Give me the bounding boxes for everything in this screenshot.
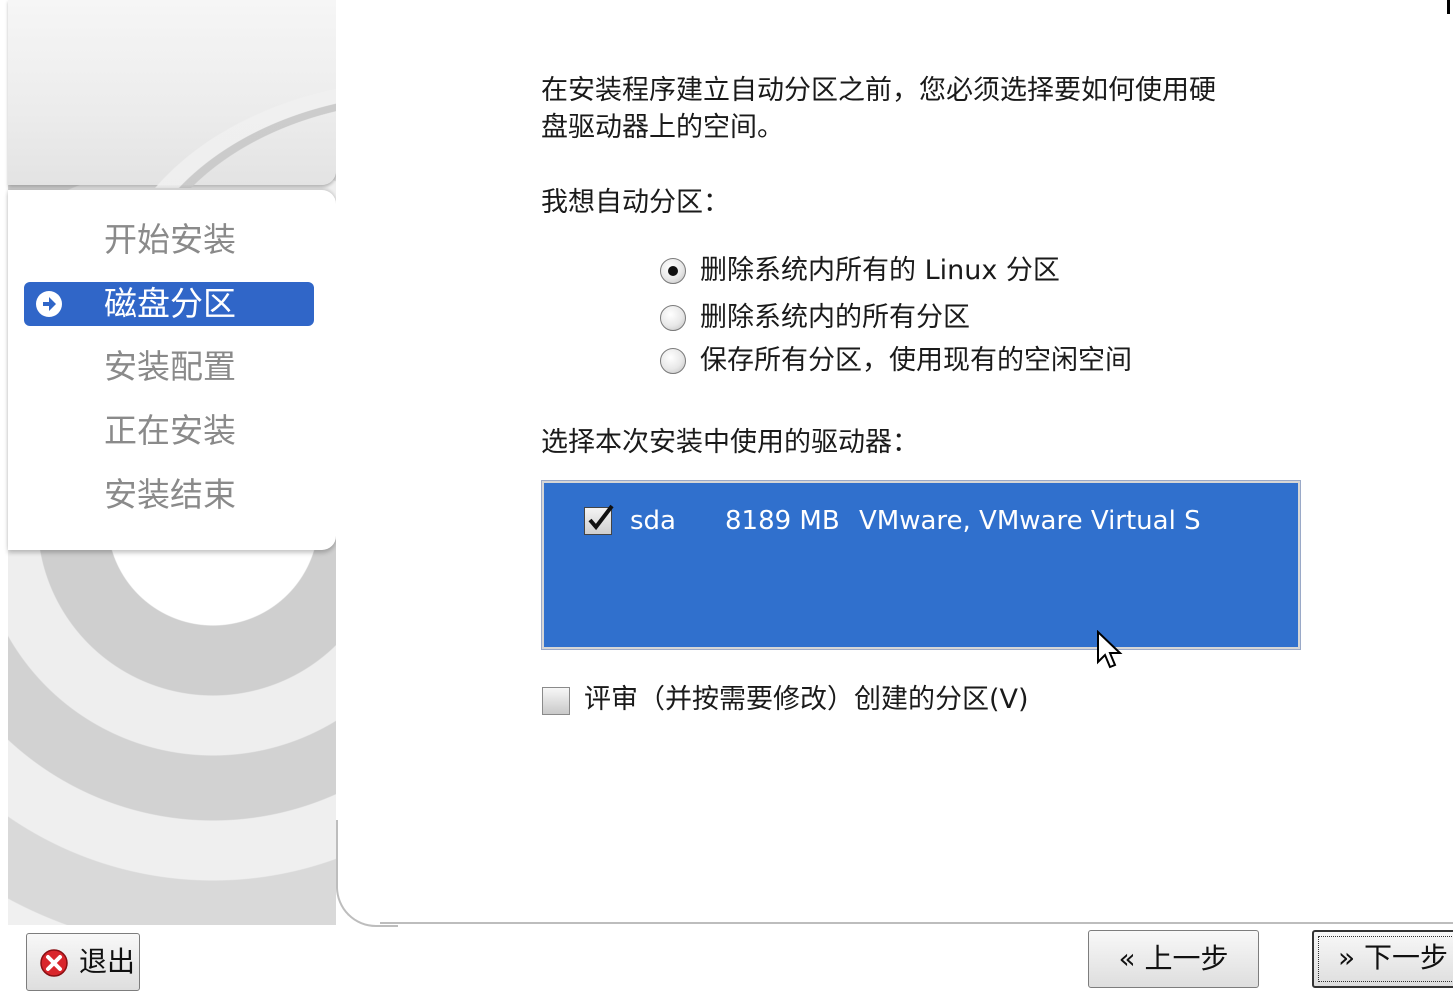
next-label: » 下一步: [1338, 941, 1449, 974]
intro-line-1: 在安装程序建立自动分区之前，您必须选择要如何使用硬: [541, 75, 1216, 106]
drive-heading: 选择本次安装中使用的驱动器：: [541, 427, 919, 458]
drive-list[interactable]: sda 8189 MB VMware, VMware Virtual S: [541, 480, 1301, 650]
exit-button[interactable]: 退出: [26, 933, 140, 991]
step-label: 安装结束: [104, 475, 236, 514]
step-label: 正在安装: [104, 411, 236, 450]
partition-heading: 我想自动分区：: [541, 187, 730, 218]
step-label: 安装配置: [104, 347, 236, 386]
step-install-finish: 安装结束: [24, 473, 314, 517]
corner-mark: [1447, 0, 1450, 14]
drive-model: VMware, VMware Virtual S: [859, 506, 1201, 536]
review-checkbox[interactable]: [542, 687, 570, 715]
radio-button[interactable]: [660, 305, 686, 331]
radio-button[interactable]: [660, 258, 686, 284]
step-start-install: 开始安装: [24, 218, 314, 262]
drive-name: sda: [630, 506, 676, 536]
drive-checkbox[interactable]: [584, 504, 614, 535]
radio-label: 删除系统内所有的 Linux 分区: [700, 255, 1060, 286]
sidebar-swoosh-decoration: [8, 8, 338, 188]
drive-size: 8189 MB: [725, 506, 840, 536]
content-border-curve: [336, 820, 398, 927]
step-disk-partition: 磁盘分区: [24, 282, 314, 326]
radio-label: 保存所有分区，使用现有的空闲空间: [700, 345, 1132, 376]
review-label: 评审（并按需要修改）创建的分区(V): [584, 684, 1029, 715]
step-installing: 正在安装: [24, 409, 314, 453]
radio-button[interactable]: [660, 348, 686, 374]
mouse-cursor-icon: [1097, 630, 1123, 669]
current-step-arrow-icon: [36, 291, 62, 317]
drive-row-sda[interactable]: sda 8189 MB VMware, VMware Virtual S: [584, 501, 1284, 541]
step-label: 磁盘分区: [104, 284, 236, 323]
next-button[interactable]: » 下一步: [1312, 930, 1453, 988]
close-icon: [40, 949, 68, 977]
exit-label: 退出: [79, 945, 136, 978]
install-steps-panel: 开始安装 磁盘分区 安装配置 正在安装 安装结束: [8, 190, 336, 550]
content-bottom-border: [380, 922, 1453, 924]
intro-text: 在安装程序建立自动分区之前，您必须选择要如何使用硬 盘驱动器上的空间。: [541, 72, 1301, 146]
radio-label: 删除系统内的所有分区: [700, 302, 970, 333]
back-button[interactable]: « 上一步: [1088, 930, 1259, 988]
step-install-config: 安装配置: [24, 345, 314, 389]
intro-line-2: 盘驱动器上的空间。: [541, 112, 784, 143]
step-label: 开始安装: [104, 220, 236, 259]
